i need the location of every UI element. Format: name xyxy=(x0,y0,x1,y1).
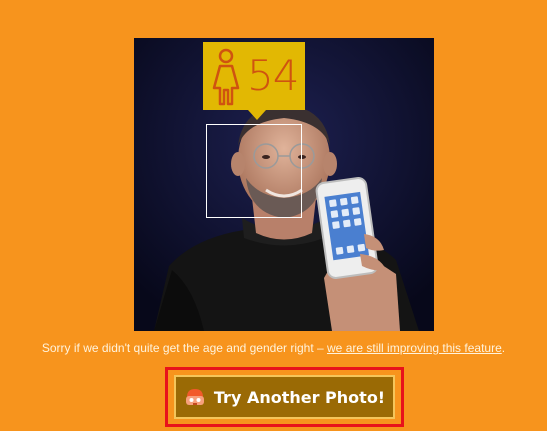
female-figure-icon xyxy=(211,48,241,106)
try-another-photo-label: Try Another Photo! xyxy=(213,387,386,407)
badge-pointer xyxy=(248,110,266,120)
disclaimer-text: Sorry if we didn't quite get the age and… xyxy=(0,341,547,355)
age-gender-badge: 54 xyxy=(203,42,305,120)
improving-feature-link[interactable]: we are still improving this feature xyxy=(327,341,502,355)
face-detection-box xyxy=(206,124,302,218)
try-another-photo-button[interactable]: Try Another Photo! xyxy=(174,375,395,419)
camera-robot-icon xyxy=(184,386,206,408)
disclaimer-period: . xyxy=(501,341,506,355)
age-value: 54 xyxy=(247,51,299,100)
disclaimer-message: Sorry if we didn't quite get the age and… xyxy=(41,341,328,355)
